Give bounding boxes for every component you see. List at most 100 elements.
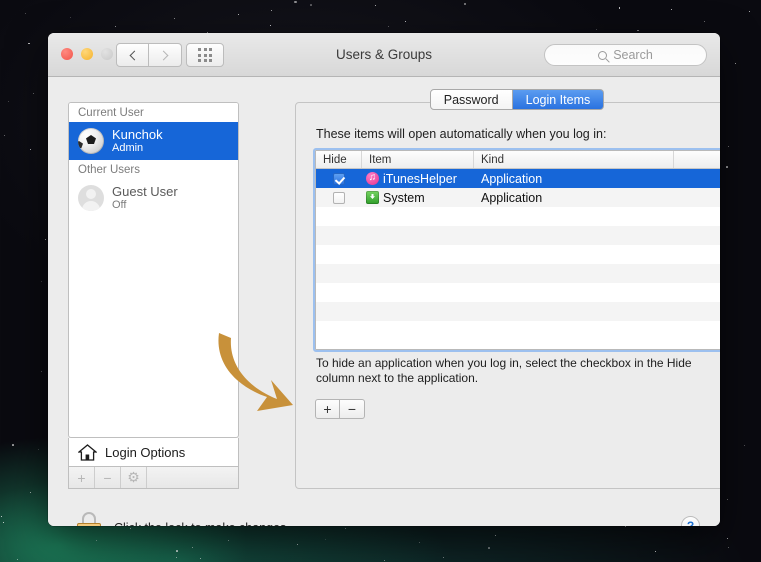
sidebar-toolbar: + − ⚙ (68, 467, 239, 489)
user-name: Kunchok (112, 127, 163, 142)
login-items-table[interactable]: Hide Item Kind iTunesHelper Application (313, 148, 720, 352)
star (744, 445, 746, 447)
tab-password[interactable]: Password (429, 89, 513, 110)
star (727, 546, 729, 548)
item-cell: System (362, 191, 474, 205)
star (41, 371, 43, 373)
star (114, 25, 116, 27)
padlock-body-icon (77, 523, 101, 526)
table-empty-row[interactable] (316, 302, 720, 321)
star (70, 16, 72, 18)
star (748, 11, 750, 13)
column-header-kind[interactable]: Kind (474, 151, 674, 168)
add-user-button[interactable]: + (69, 467, 95, 488)
star (488, 547, 490, 549)
hide-cell[interactable] (316, 191, 362, 204)
star (494, 534, 496, 536)
table-empty-row[interactable] (316, 207, 720, 226)
hide-cell[interactable] (316, 172, 362, 185)
add-login-item-button[interactable]: + (315, 399, 340, 419)
sidebar-group-header-other-users: Other Users (69, 160, 238, 179)
column-header-item[interactable]: Item (362, 151, 474, 168)
star (191, 546, 193, 548)
star (16, 558, 18, 560)
hide-checkbox-checked[interactable] (333, 172, 345, 185)
star (384, 560, 386, 562)
table-row[interactable]: System Application (316, 188, 720, 207)
table-header-row: Hide Item Kind (316, 151, 720, 169)
star (24, 13, 26, 15)
star (174, 18, 176, 20)
window-content: Current User Kunchok Admin Other Users G… (48, 77, 720, 526)
table-empty-row[interactable] (316, 283, 720, 302)
itunes-note-icon (366, 170, 379, 185)
star (96, 540, 98, 542)
star (309, 4, 312, 6)
star (734, 62, 736, 64)
search-field[interactable]: Search (544, 44, 707, 66)
star (726, 499, 728, 500)
table-empty-rows (316, 207, 720, 340)
table-row[interactable]: iTunesHelper Application (316, 169, 720, 188)
kind-cell: Application (481, 190, 543, 205)
login-options-label: Login Options (105, 444, 186, 460)
lock-hint-text: Click the lock to make changes. (114, 521, 290, 526)
star (175, 550, 178, 552)
star (463, 2, 467, 6)
search-placeholder: Search (613, 48, 653, 62)
tab-bar: Password Login Items (295, 89, 720, 110)
star (404, 20, 406, 22)
user-status: Admin (112, 142, 144, 154)
star (176, 557, 178, 559)
sidebar-item-guest-user[interactable]: Guest User Off (69, 179, 238, 217)
star (387, 25, 389, 27)
home-icon (78, 443, 97, 461)
star (443, 557, 445, 559)
kind-cell: Application (481, 171, 543, 186)
table-empty-row[interactable] (316, 245, 720, 264)
star (671, 9, 673, 11)
star (595, 29, 597, 31)
hide-checkbox-unchecked[interactable] (333, 191, 345, 204)
star (726, 537, 728, 539)
column-header-hide[interactable]: Hide (316, 151, 362, 168)
sidebar-item-kunchok[interactable]: Kunchok Admin (69, 122, 238, 160)
star (12, 444, 15, 447)
tab-login-items[interactable]: Login Items (512, 89, 605, 110)
star (270, 25, 272, 27)
star (374, 4, 376, 6)
table-empty-row[interactable] (316, 321, 720, 340)
add-remove-login-item-buttons: + − (315, 399, 365, 419)
star (129, 527, 132, 530)
users-sidebar: Current User Kunchok Admin Other Users G… (68, 102, 239, 438)
star (324, 539, 326, 541)
star (3, 522, 5, 523)
user-name: Guest User (112, 184, 178, 199)
settings-gear-button[interactable]: ⚙ (121, 467, 147, 488)
star (297, 544, 299, 546)
remove-user-button[interactable]: − (95, 467, 121, 488)
login-options-button[interactable]: Login Options (68, 438, 239, 467)
table-empty-row[interactable] (316, 226, 720, 245)
star (345, 528, 347, 530)
help-button[interactable]: ? (681, 516, 700, 526)
item-cell: iTunesHelper (362, 170, 474, 186)
remove-login-item-button[interactable]: − (340, 399, 365, 419)
star (8, 101, 10, 103)
star (28, 42, 30, 45)
star (726, 166, 728, 169)
soccer-ball-avatar-icon (78, 128, 104, 154)
lock-button[interactable] (76, 512, 102, 526)
star (199, 558, 201, 560)
star (655, 551, 657, 553)
table-empty-row[interactable] (316, 264, 720, 283)
window-titlebar: Users & Groups Search (48, 33, 720, 77)
hide-column-help-text: To hide an application when you log in, … (316, 356, 692, 385)
star (703, 20, 705, 22)
star (618, 6, 621, 9)
pane-intro-text: These items will open automatically when… (316, 127, 607, 141)
sidebar-group-header-current-user: Current User (69, 103, 238, 122)
star (237, 14, 239, 16)
person-silhouette-avatar-icon (78, 185, 104, 211)
star (270, 9, 273, 12)
